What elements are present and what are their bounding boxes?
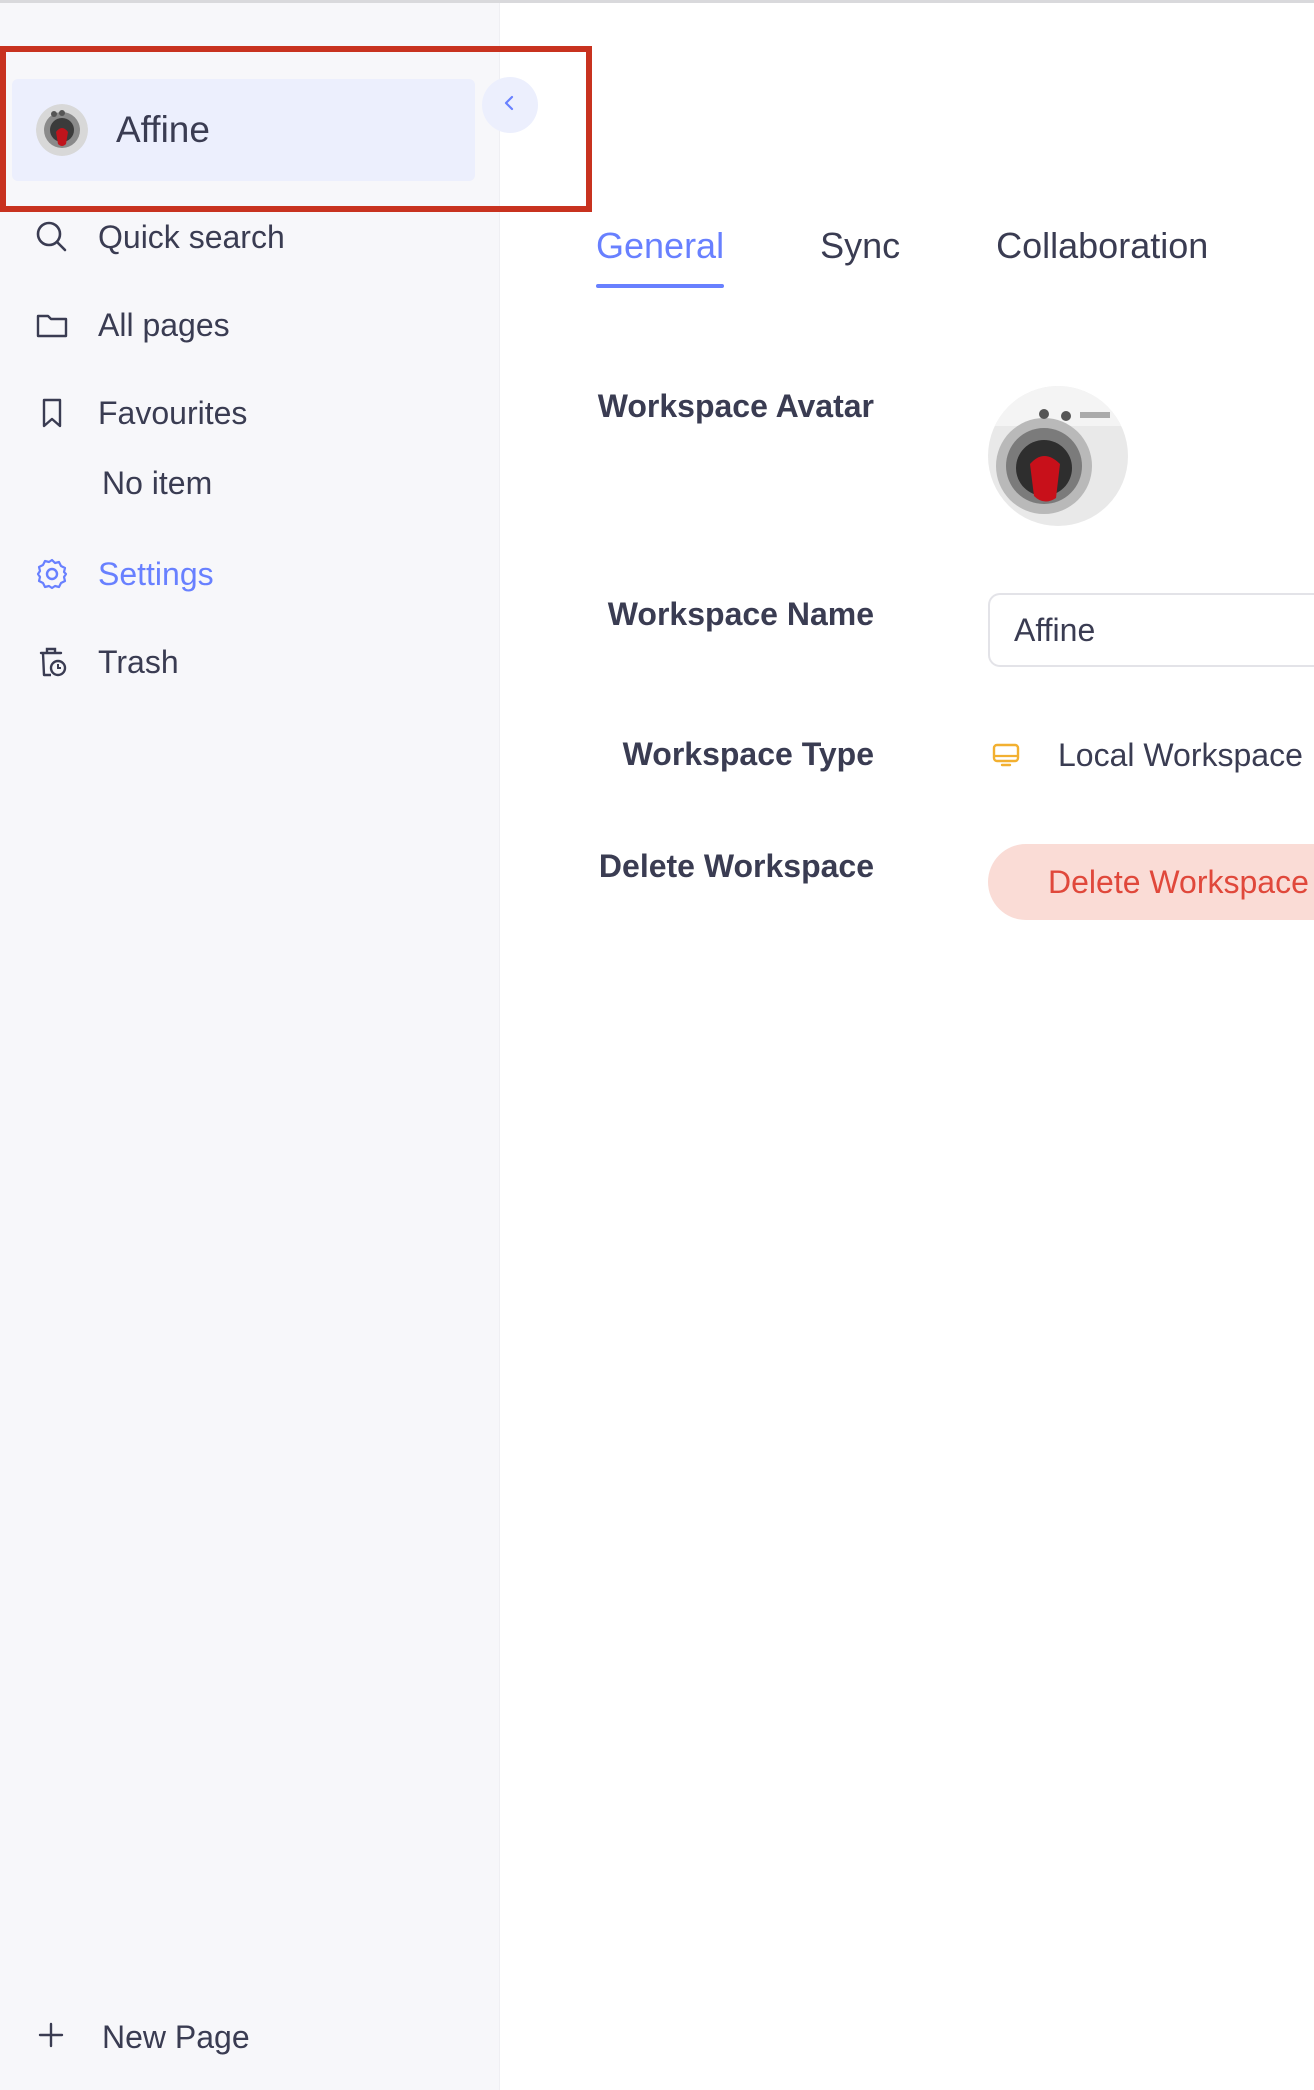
workspace-avatar-label: Workspace Avatar: [597, 388, 874, 424]
sidebar-item-quick-search[interactable]: Quick search: [32, 209, 285, 265]
bookmark-icon: [32, 393, 72, 433]
tab-sync[interactable]: Sync: [820, 220, 900, 290]
sidebar-item-label: Trash: [98, 643, 179, 680]
favourites-empty-text: No item: [102, 465, 213, 501]
workspace-avatar-small: [36, 104, 88, 156]
trash-icon: [32, 642, 72, 682]
workspace-switcher[interactable]: Affine: [12, 79, 475, 181]
tab-general[interactable]: General: [596, 220, 725, 290]
search-icon: [32, 217, 72, 257]
local-workspace-icon: [990, 739, 1022, 771]
sidebar-item-label: Settings: [98, 555, 214, 592]
sidebar-item-favourites[interactable]: Favourites: [32, 385, 247, 441]
collapse-sidebar-button[interactable]: [482, 77, 538, 133]
workspace-type-value: Local Workspace: [990, 730, 1303, 780]
workspace-name: Affine: [116, 109, 210, 150]
new-page-button[interactable]: New Page: [36, 2009, 250, 2065]
sidebar-item-settings[interactable]: Settings: [32, 546, 214, 602]
workspace-type-text: Local Workspace: [1058, 736, 1303, 773]
sidebar-item-label: Quick search: [98, 218, 285, 255]
workspace-name-label: Workspace Name: [607, 596, 874, 632]
sidebar-item-all-pages[interactable]: All pages: [32, 297, 230, 353]
new-page-label: New Page: [102, 2018, 250, 2055]
folder-icon: [32, 305, 72, 345]
tab-collaboration[interactable]: Collaboration: [996, 220, 1208, 290]
workspace-type-label: Workspace Type: [622, 736, 874, 772]
sidebar-item-label: All pages: [98, 306, 230, 343]
sidebar-item-trash[interactable]: Trash: [32, 634, 179, 690]
chevron-left-icon: [500, 93, 520, 118]
workspace-avatar[interactable]: [988, 386, 1128, 526]
delete-workspace-button[interactable]: Delete Workspace: [988, 844, 1314, 920]
workspace-name-input[interactable]: [988, 593, 1314, 667]
delete-workspace-label: Delete Workspace: [598, 848, 874, 884]
plus-icon: [36, 2015, 72, 2060]
settings-tabs: General Sync Collaboration: [596, 220, 1304, 290]
sidebar-item-label: Favourites: [98, 394, 248, 431]
sidebar: Affine Quick search All pages Favourites…: [0, 3, 538, 2090]
gear-icon: [32, 554, 72, 594]
